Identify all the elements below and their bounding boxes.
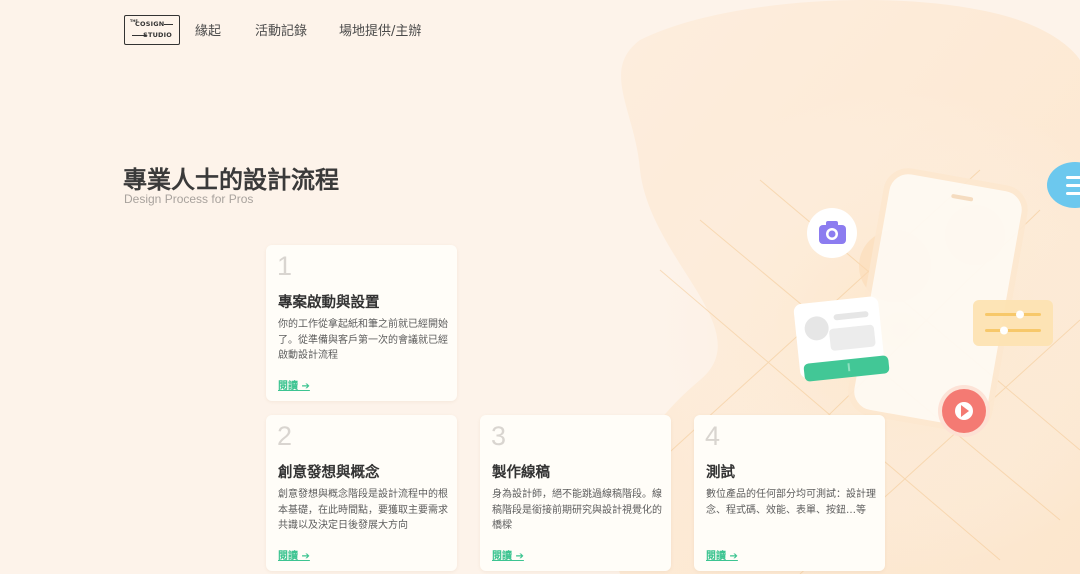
card-title: 專案啟動與設置 bbox=[278, 295, 380, 311]
cosign-studio-logo[interactable]: THE COSIGN STUDIO bbox=[124, 15, 180, 45]
process-card-2[interactable]: 2 創意發想與概念 創意發想與概念階段是設計流程中的根本基礎，在此時間點，要獲取… bbox=[266, 415, 457, 571]
process-card-4[interactable]: 4 測試 數位產品的任何部分均可測試：設計理念、程式碼、效能、表單、按鈕…等 閱… bbox=[694, 415, 885, 571]
nav-item-activity-log[interactable]: 活動記錄 bbox=[255, 20, 307, 39]
logo-line1: COSIGN bbox=[135, 20, 165, 28]
nav-item-venue-host[interactable]: 場地提供/主辦 bbox=[339, 20, 421, 39]
process-card-1[interactable]: 1 專案啟動與設置 你的工作從拿起紙和筆之前就已經開始了。從準備與客戶第一次的會… bbox=[266, 245, 457, 401]
play-icon bbox=[938, 385, 990, 437]
section-title: 專業人士的設計流程 bbox=[123, 166, 339, 194]
logo-divider bbox=[164, 24, 173, 25]
read-more-link[interactable]: 閱讀 ➔ bbox=[278, 547, 310, 562]
read-more-link[interactable]: 閱讀 ➔ bbox=[706, 547, 738, 562]
read-more-link[interactable]: 閱讀 ➔ bbox=[492, 547, 524, 562]
profile-card-illustration bbox=[793, 296, 890, 382]
card-title: 製作線稿 bbox=[492, 465, 550, 481]
card-title: 測試 bbox=[706, 465, 735, 481]
card-number: 3 bbox=[491, 421, 507, 451]
nav-item-origin[interactable]: 緣起 bbox=[195, 20, 221, 39]
camera-icon bbox=[807, 208, 857, 258]
section-subtitle: Design Process for Pros bbox=[124, 192, 254, 206]
process-card-3[interactable]: 3 製作線稿 身為設計師，絕不能跳過線稿階段。線稿階段是銜接前期研究與設計視覺化… bbox=[480, 415, 671, 571]
logo-line2: STUDIO bbox=[143, 31, 172, 39]
card-description: 你的工作從拿起紙和筆之前就已經開始了。從準備與客戶第一次的會議就已經啟動設計流程 bbox=[278, 319, 448, 361]
card-description: 身為設計師，絕不能跳過線稿階段。線稿階段是銜接前期研究與設計視覺化的橋樑 bbox=[492, 489, 662, 531]
card-number: 4 bbox=[705, 421, 721, 451]
slider-icon bbox=[973, 300, 1053, 346]
card-title: 創意發想與概念 bbox=[278, 465, 380, 481]
card-number: 2 bbox=[277, 421, 293, 451]
card-description: 數位產品的任何部分均可測試：設計理念、程式碼、效能、表單、按鈕…等 bbox=[706, 489, 876, 516]
card-number: 1 bbox=[277, 251, 293, 281]
card-description: 創意發想與概念階段是設計流程中的根本基礎，在此時間點，要獲取主要需求共識以及決定… bbox=[278, 489, 448, 531]
read-more-link[interactable]: 閱讀 ➔ bbox=[278, 377, 310, 392]
